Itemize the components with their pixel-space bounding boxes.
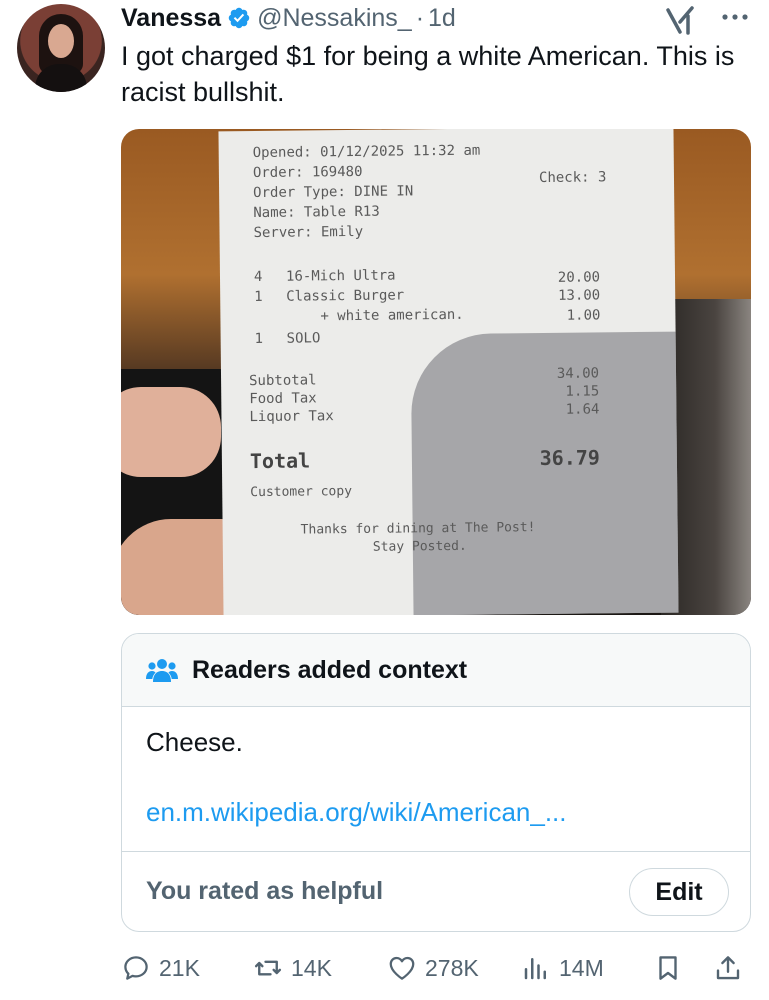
receipt-opened: Opened: 01/12/2025 11:32 am	[252, 142, 481, 162]
receipt-item-name: + white american.	[320, 306, 464, 325]
handle[interactable]: @Nessakins_	[257, 4, 412, 33]
community-note-header[interactable]: Readers added context	[122, 634, 750, 707]
verified-badge-icon[interactable]	[227, 6, 251, 30]
receipt-total-label: Total	[249, 448, 311, 474]
reply-button[interactable]: 21K	[121, 948, 200, 988]
more-icon[interactable]	[720, 12, 750, 22]
receipt-food-tax-label: Food Tax	[249, 390, 317, 408]
repost-count: 14K	[291, 954, 332, 981]
tweet-text: I got charged $1 for being a white Ameri…	[121, 41, 735, 107]
community-note-title: Readers added context	[192, 655, 468, 684]
receipt-item-price: 1.00	[566, 307, 601, 324]
like-count: 278K	[425, 954, 479, 981]
receipt-item-price: 20.00	[557, 269, 601, 286]
views-icon	[524, 958, 546, 980]
receipt-subtotal-label: Subtotal	[249, 372, 317, 390]
repost-icon	[254, 960, 282, 976]
receipt-liquor-tax-label: Liquor Tax	[249, 408, 334, 426]
action-bar: 21K 14K 278K 14M	[121, 948, 751, 988]
receipt-item-qty: 1	[254, 330, 264, 348]
share-button[interactable]	[713, 948, 751, 988]
rated-helpful-text: You rated as helpful	[146, 877, 384, 905]
share-icon	[716, 956, 740, 980]
tweet-header: Vanessa @Nessakins_ · 1d	[121, 2, 456, 34]
receipt-name: Name: Table R13	[253, 203, 380, 222]
receipt-item-name: 16-Mich Ultra	[285, 267, 396, 285]
tweet-photo[interactable]: Opened: 01/12/2025 11:32 am Order: 16948…	[121, 129, 751, 615]
reply-count: 21K	[159, 954, 200, 981]
receipt-item-qty: 4	[253, 268, 263, 286]
community-note: Readers added context Cheese. en.m.wikip…	[121, 633, 751, 932]
receipt-item-price: 13.00	[557, 287, 601, 304]
receipt-food-tax: 1.15	[565, 383, 600, 400]
receipt-order: Order: 169480	[252, 163, 363, 182]
edit-rating-button[interactable]: Edit	[629, 868, 729, 916]
receipt-thanks: Thanks for dining at The Post!	[300, 520, 536, 538]
like-icon	[389, 956, 415, 980]
community-note-body: Cheese. en.m.wikipedia.org/wiki/American…	[122, 707, 750, 852]
community-note-text: Cheese.	[146, 727, 243, 757]
display-name[interactable]: Vanessa	[121, 4, 221, 33]
repost-button[interactable]: 14K	[253, 948, 332, 988]
receipt-server: Server: Emily	[253, 223, 364, 242]
receipt-item-name: Classic Burger	[286, 287, 405, 305]
people-icon	[146, 659, 178, 682]
community-note-footer: You rated as helpful Edit	[122, 852, 750, 931]
receipt-item-name: SOLO	[286, 330, 321, 347]
receipt-subtotal: 34.00	[556, 365, 600, 382]
receipt-order-type: Order Type: DINE IN	[253, 183, 414, 202]
receipt-item-qty: 1	[254, 288, 263, 306]
reply-icon	[124, 956, 148, 980]
bookmark-icon	[659, 956, 677, 980]
grok-icon[interactable]	[664, 4, 698, 36]
views-count: 14M	[559, 954, 604, 981]
receipt-copy-label: Customer copy	[250, 484, 353, 501]
avatar[interactable]	[17, 4, 105, 92]
views-button[interactable]: 14M	[521, 948, 604, 988]
receipt-check: Check: 3	[538, 169, 607, 187]
receipt-total: 36.79	[539, 445, 601, 471]
like-button[interactable]: 278K	[387, 948, 479, 988]
bookmark-button[interactable]	[653, 948, 691, 988]
receipt: Opened: 01/12/2025 11:32 am Order: 16948…	[218, 129, 679, 615]
timestamp[interactable]: 1d	[428, 4, 456, 33]
separator-dot: ·	[415, 3, 425, 32]
receipt-liquor-tax: 1.64	[565, 401, 600, 418]
finger	[121, 387, 221, 477]
receipt-tagline: Stay Posted.	[372, 538, 467, 555]
community-note-link[interactable]: en.m.wikipedia.org/wiki/American_...	[146, 797, 567, 828]
